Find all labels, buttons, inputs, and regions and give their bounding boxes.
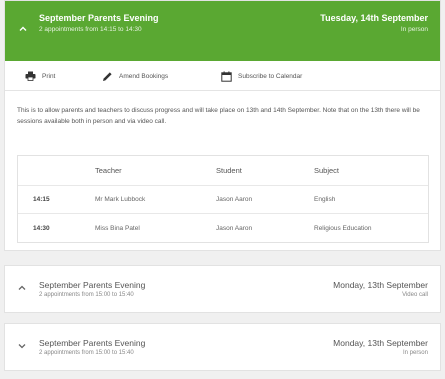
event-title: September Parents Evening [39,13,159,23]
event-description: This is to allow parents and teachers to… [17,107,420,125]
row-subject: English [314,196,336,203]
event-mode: Video call [402,292,428,298]
printer-icon [25,71,36,81]
event-card-collapsed[interactable]: September Parents Evening 2 appointments… [4,323,441,371]
chevron-down-icon[interactable] [17,341,27,354]
calendar-icon [221,70,232,82]
subscribe-calendar-label: Subscribe to Calendar [238,72,303,80]
event-date: Tuesday, 14th September [320,13,428,23]
event-date: Monday, 13th September [333,280,428,290]
event-title: September Parents Evening [39,338,146,348]
row-teacher: Miss Bina Patel [95,224,140,232]
page: September Parents Evening 2 appointments… [0,0,445,379]
header-teacher: Teacher [95,166,122,175]
event-subtitle: 2 appointments from 15:00 to 15:40 [39,292,134,298]
pencil-icon [103,71,112,81]
event-card-collapsed[interactable]: September Parents Evening 2 appointments… [4,265,441,313]
table-header-row: Teacher Student Subject [18,156,428,186]
chevron-up-icon[interactable] [17,283,27,296]
amend-bookings-button[interactable]: Amend Bookings [102,69,168,83]
amend-bookings-label: Amend Bookings [119,72,169,80]
event-subtitle: 2 appointments from 14:15 to 14:30 [39,26,142,33]
print-button[interactable]: Print [25,69,55,83]
header-student: Student [216,166,242,175]
header-subject: Subject [314,166,340,175]
row-teacher: Mr Mark Lubbock [95,196,146,203]
event-mode: In person [402,350,428,356]
event-toolbar: Print Amend Bookings Subscribe to Calend… [5,61,440,91]
subscribe-calendar-button[interactable]: Subscribe to Calendar [221,69,302,83]
row-subject: Religious Education [314,224,372,232]
row-student: Jason Aaron [216,196,253,203]
event-subtitle: 2 appointments from 15:00 to 15:40 [39,350,134,356]
event-header[interactable]: September Parents Evening 2 appointments… [5,1,440,61]
table-row: 14:30 Miss Bina Patel Jason Aaron Religi… [18,214,428,242]
row-time: 14:30 [33,224,50,232]
print-label: Print [42,72,56,80]
row-time: 14:15 [33,196,50,203]
event-mode: In person [400,26,428,33]
appointments-table: Teacher Student Subject 14:15 Mr Mark Lu… [17,155,429,243]
row-student: Jason Aaron [216,224,253,232]
table-row: 14:15 Mr Mark Lubbock Jason Aaron Englis… [18,186,428,214]
event-date: Monday, 13th September [333,338,428,348]
chevron-up-icon[interactable] [16,23,30,37]
event-title: September Parents Evening [39,280,146,290]
